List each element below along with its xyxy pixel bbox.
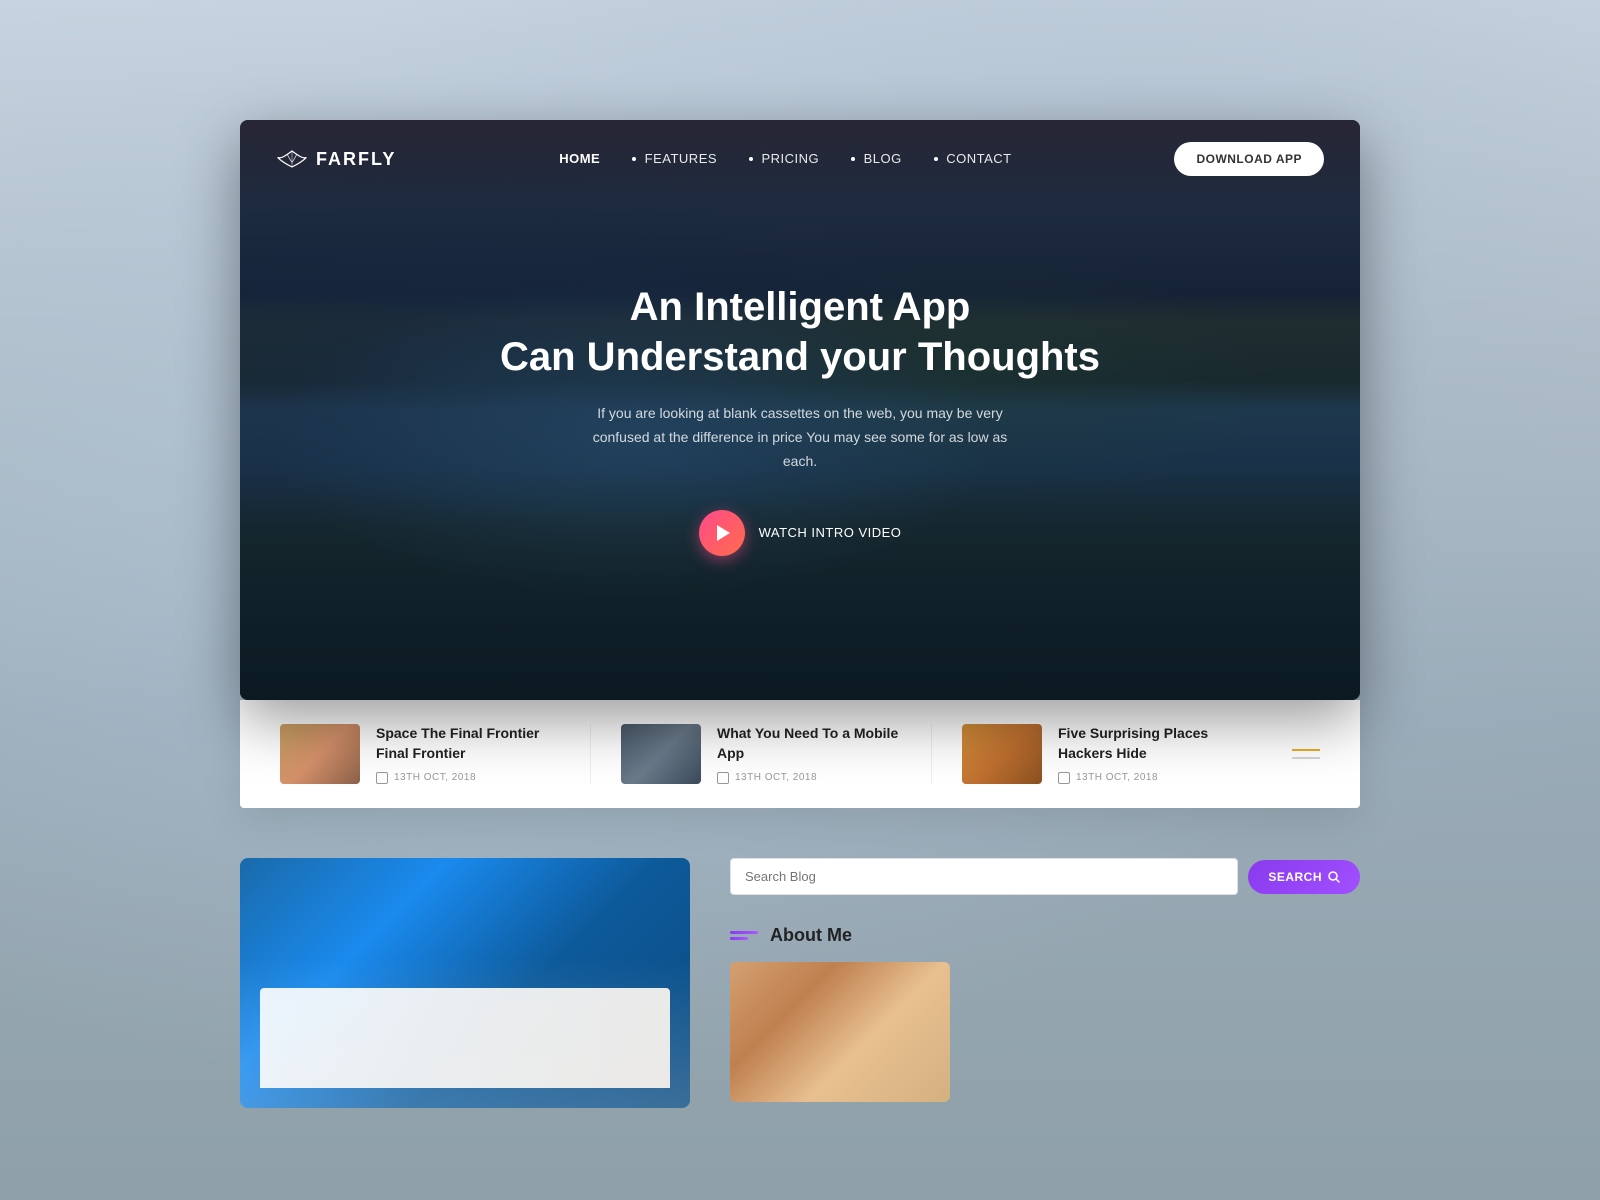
- download-app-button[interactable]: DOWNLOAD APP: [1174, 142, 1324, 176]
- play-button[interactable]: [699, 510, 745, 556]
- blog-card-1[interactable]: Space The Final Frontier Final Frontier …: [280, 724, 590, 784]
- hero-text-area: An Intelligent AppCan Understand your Th…: [240, 198, 1360, 700]
- nav-menu: HOME FEATURES PRICING BLOG: [559, 150, 1011, 168]
- calendar-icon-2: [717, 772, 729, 784]
- blog-card-info-2: What You Need To a Mobile App 13TH OCT, …: [717, 724, 901, 783]
- nav-dot: [749, 157, 753, 161]
- blog-card-image-1: [280, 724, 360, 784]
- cards-navigation[interactable]: [1292, 749, 1320, 759]
- nav-item-blog[interactable]: BLOG: [851, 150, 902, 168]
- blog-card-2[interactable]: What You Need To a Mobile App 13TH OCT, …: [590, 724, 931, 784]
- hero-subtitle: If you are looking at blank cassettes on…: [590, 402, 1010, 473]
- blog-card-info-3: Five Surprising Places Hackers Hide 13TH…: [1058, 724, 1242, 783]
- cards-next-arrow[interactable]: [1292, 757, 1320, 759]
- blog-card-title-1: Space The Final Frontier Final Frontier: [376, 724, 560, 763]
- blog-card-title-3: Five Surprising Places Hackers Hide: [1058, 724, 1242, 763]
- hero-title: An Intelligent AppCan Understand your Th…: [500, 282, 1100, 382]
- sidebar-area: SEARCH About Me: [730, 858, 1360, 1122]
- lower-section: SEARCH About Me: [240, 858, 1360, 1122]
- search-icon: [1328, 871, 1340, 883]
- about-header: About Me: [730, 925, 1360, 946]
- accent-line-1: [730, 931, 758, 934]
- blog-card-title-2: What You Need To a Mobile App: [717, 724, 901, 763]
- search-btn-label: SEARCH: [1268, 870, 1322, 884]
- nav-item-home[interactable]: HOME: [559, 150, 600, 168]
- about-person-image: [730, 962, 950, 1102]
- accent-line-2: [730, 937, 748, 940]
- navbar: FARFLY HOME FEATURES PRICING: [240, 120, 1360, 198]
- logo-icon: [276, 149, 308, 169]
- watch-video-label[interactable]: WATCH INTRO VIDEO: [759, 525, 902, 540]
- blog-card-date-1: 13TH OCT, 2018: [376, 772, 560, 784]
- blog-card-date-3: 13TH OCT, 2018: [1058, 772, 1242, 784]
- search-input[interactable]: [730, 858, 1238, 895]
- hero-section: FARFLY HOME FEATURES PRICING: [240, 120, 1360, 700]
- about-title: About Me: [770, 925, 852, 946]
- blog-card-3[interactable]: Five Surprising Places Hackers Hide 13TH…: [931, 724, 1272, 784]
- blog-card-date-2: 13TH OCT, 2018: [717, 772, 901, 784]
- blog-card-info-1: Space The Final Frontier Final Frontier …: [376, 724, 560, 783]
- calendar-icon-3: [1058, 772, 1070, 784]
- hero-content: FARFLY HOME FEATURES PRICING: [240, 120, 1360, 700]
- nav-item-features[interactable]: FEATURES: [632, 150, 717, 168]
- brand-name: FARFLY: [316, 149, 396, 170]
- search-row: SEARCH: [730, 858, 1360, 895]
- blog-cards-row: Space The Final Frontier Final Frontier …: [240, 700, 1360, 808]
- brand-logo[interactable]: FARFLY: [276, 149, 396, 170]
- nav-dot: [851, 157, 855, 161]
- nav-dot: [934, 157, 938, 161]
- nav-dot: [632, 157, 636, 161]
- santorini-image: [240, 858, 690, 1108]
- cards-prev-arrow[interactable]: [1292, 749, 1320, 751]
- calendar-icon-1: [376, 772, 388, 784]
- blog-card-image-2: [621, 724, 701, 784]
- nav-item-pricing[interactable]: PRICING: [749, 150, 819, 168]
- nav-item-contact[interactable]: CONTACT: [934, 150, 1012, 168]
- blog-card-image-3: [962, 724, 1042, 784]
- about-section: About Me: [730, 925, 1360, 1102]
- lower-left-image: [240, 858, 690, 1108]
- about-accent-lines: [730, 931, 758, 940]
- search-button[interactable]: SEARCH: [1248, 860, 1360, 894]
- hero-cta: WATCH INTRO VIDEO: [699, 510, 902, 556]
